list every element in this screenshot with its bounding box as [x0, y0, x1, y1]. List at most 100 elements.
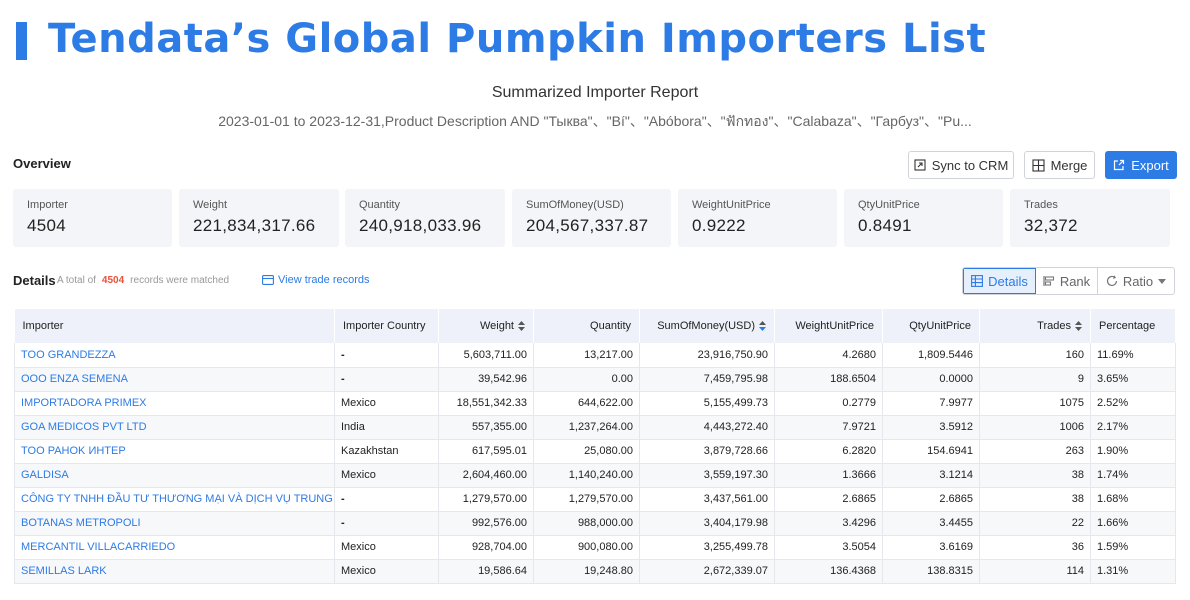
cell-wup: 7.9721 — [774, 415, 883, 440]
cell-importer[interactable]: GALDISA — [14, 463, 335, 488]
cell-wup: 0.2779 — [774, 391, 883, 416]
cell-wup: 6.2820 — [774, 439, 883, 464]
stat-label: Trades — [1024, 199, 1058, 211]
cell-pct: 3.65% — [1090, 367, 1176, 392]
stat-value: 204,567,337.87 — [526, 216, 649, 235]
view-mode-switch: Details Rank Ratio — [962, 267, 1175, 295]
export-button[interactable]: Export — [1105, 151, 1177, 179]
table-row: MERCANTIL VILLACARRIEDO Mexico 928,704.00 9… — [14, 535, 1176, 560]
cell-importer[interactable]: SEMILLAS LARK — [14, 559, 335, 584]
sort-icon — [518, 321, 525, 332]
cell-pct: 1.90% — [1090, 439, 1176, 464]
caret-down-icon — [1158, 278, 1167, 284]
col-header-qty-unit-price: QtyUnitPrice — [882, 309, 980, 343]
page-title: Tendata’s Global Pumpkin Importers List — [48, 16, 987, 62]
stat-value: 0.8491 — [858, 216, 912, 235]
stat-label: Weight — [193, 199, 228, 211]
match-prefix: A total of — [57, 275, 96, 286]
cell-wup: 1.3666 — [774, 463, 883, 488]
stat-card-quantity: Quantity 240,918,033.96 — [345, 189, 505, 247]
cell-importer[interactable]: TOO GRANDEZZA — [14, 343, 335, 368]
cell-money: 4,443,272.40 — [639, 415, 775, 440]
sync-to-crm-button[interactable]: Sync to CRM — [908, 151, 1014, 179]
cell-importer[interactable]: TOO PAHOK ИНТЕР — [14, 439, 335, 464]
cell-quantity: 1,237,264.00 — [533, 415, 640, 440]
cell-trades: 1006 — [979, 415, 1091, 440]
cell-qup: 1,809.5446 — [882, 343, 980, 368]
merge-button[interactable]: Merge — [1024, 151, 1095, 179]
cell-importer[interactable]: BOTANAS METROPOLI — [14, 511, 335, 536]
view-trade-records-link[interactable]: View trade records — [262, 274, 370, 286]
col-header-importer: Importer — [14, 309, 335, 343]
cell-importer[interactable]: IMPORTADORA PRIMEX — [14, 391, 335, 416]
cell-quantity: 1,140,240.00 — [533, 463, 640, 488]
table-row: TOO PAHOK ИНТЕР Kazakhstan 617,595.01 25,08… — [14, 439, 1176, 464]
tab-rank[interactable]: Rank — [1036, 268, 1098, 294]
cell-pct: 1.59% — [1090, 535, 1176, 560]
cell-importer[interactable]: OOO ENZA SEMENA — [14, 367, 335, 392]
stat-card-importer: Importer 4504 — [13, 189, 172, 247]
refresh-icon — [1106, 275, 1117, 287]
table-row: BOTANAS METROPOLI -992,576.00 988,000.00 3,… — [14, 511, 1176, 536]
tab-details[interactable]: Details — [963, 268, 1036, 294]
tab-ratio-label: Ratio — [1122, 273, 1154, 289]
cell-importer[interactable]: MERCANTIL VILLACARRIEDO — [14, 535, 335, 560]
cell-country: - — [334, 343, 439, 368]
col-header-country: Importer Country — [334, 309, 439, 343]
cell-country: India — [334, 415, 439, 440]
tab-rank-label: Rank — [1059, 273, 1091, 289]
cell-weight: 1,279,570.00 — [438, 487, 534, 512]
table-row: SEMILLAS LARK Mexico 19,586.64 19,248.80 2,6… — [14, 559, 1176, 584]
tab-details-label: Details — [988, 273, 1028, 289]
cell-pct: 1.68% — [1090, 487, 1176, 512]
stat-label: Quantity — [359, 199, 400, 211]
cell-trades: 38 — [979, 487, 1091, 512]
cell-wup: 3.5054 — [774, 535, 883, 560]
cell-money: 3,879,728.66 — [639, 439, 775, 464]
cell-money: 23,916,750.90 — [639, 343, 775, 368]
cell-country: Mexico — [334, 559, 439, 584]
cell-qup: 3.1214 — [882, 463, 980, 488]
stat-value: 32,372 — [1024, 216, 1078, 235]
sync-icon — [914, 159, 926, 171]
title-accent-bar — [16, 22, 27, 60]
col-header-money[interactable]: SumOfMoney(USD) — [639, 309, 775, 343]
stat-card-qty-unit-price: QtyUnitPrice 0.8491 — [844, 189, 1003, 247]
sort-icon — [759, 321, 766, 332]
stat-label: Importer — [27, 199, 68, 211]
col-header-trades[interactable]: Trades — [979, 309, 1091, 343]
cell-country: - — [334, 487, 439, 512]
cell-wup: 188.6504 — [774, 367, 883, 392]
cell-quantity: 900,080.00 — [533, 535, 640, 560]
merge-icon — [1032, 158, 1045, 172]
cell-money: 3,559,197.30 — [639, 463, 775, 488]
report-title: Summarized Importer Report — [491, 84, 699, 101]
col-header-money-label: SumOfMoney(USD) — [657, 320, 755, 332]
stat-card-trades: Trades 32,372 — [1010, 189, 1170, 247]
stat-value: 221,834,317.66 — [193, 216, 316, 235]
match-count: 4504 — [101, 275, 125, 286]
tab-ratio[interactable]: Ratio — [1098, 268, 1174, 294]
cell-money: 3,255,499.78 — [639, 535, 775, 560]
cell-quantity: 988,000.00 — [533, 511, 640, 536]
cell-importer[interactable]: GOA MEDICOS PVT LTD — [14, 415, 335, 440]
cell-weight: 617,595.01 — [438, 439, 534, 464]
cell-trades: 22 — [979, 511, 1091, 536]
stat-label: SumOfMoney(USD) — [526, 199, 624, 211]
col-header-percentage: Percentage — [1090, 309, 1176, 343]
cell-trades: 114 — [979, 559, 1091, 584]
cell-pct: 1.66% — [1090, 511, 1176, 536]
cell-money: 3,404,179.98 — [639, 511, 775, 536]
cell-trades: 36 — [979, 535, 1091, 560]
match-suffix: records were matched — [130, 275, 230, 286]
col-header-weight-unit-price: WeightUnitPrice — [774, 309, 883, 343]
col-header-weight-label: Weight — [479, 320, 514, 332]
col-header-weight[interactable]: Weight — [438, 309, 534, 343]
cell-money: 3,437,561.00 — [639, 487, 775, 512]
cell-weight: 557,355.00 — [438, 415, 534, 440]
cell-qup: 3.4455 — [882, 511, 980, 536]
col-header-trades-label: Trades — [1037, 320, 1071, 332]
cell-trades: 9 — [979, 367, 1091, 392]
cell-qup: 7.9977 — [882, 391, 980, 416]
cell-importer[interactable]: CÔNG TY TNHH ĐẦU TƯ THƯƠNG MẠI VÀ DỊCH V… — [14, 487, 335, 512]
